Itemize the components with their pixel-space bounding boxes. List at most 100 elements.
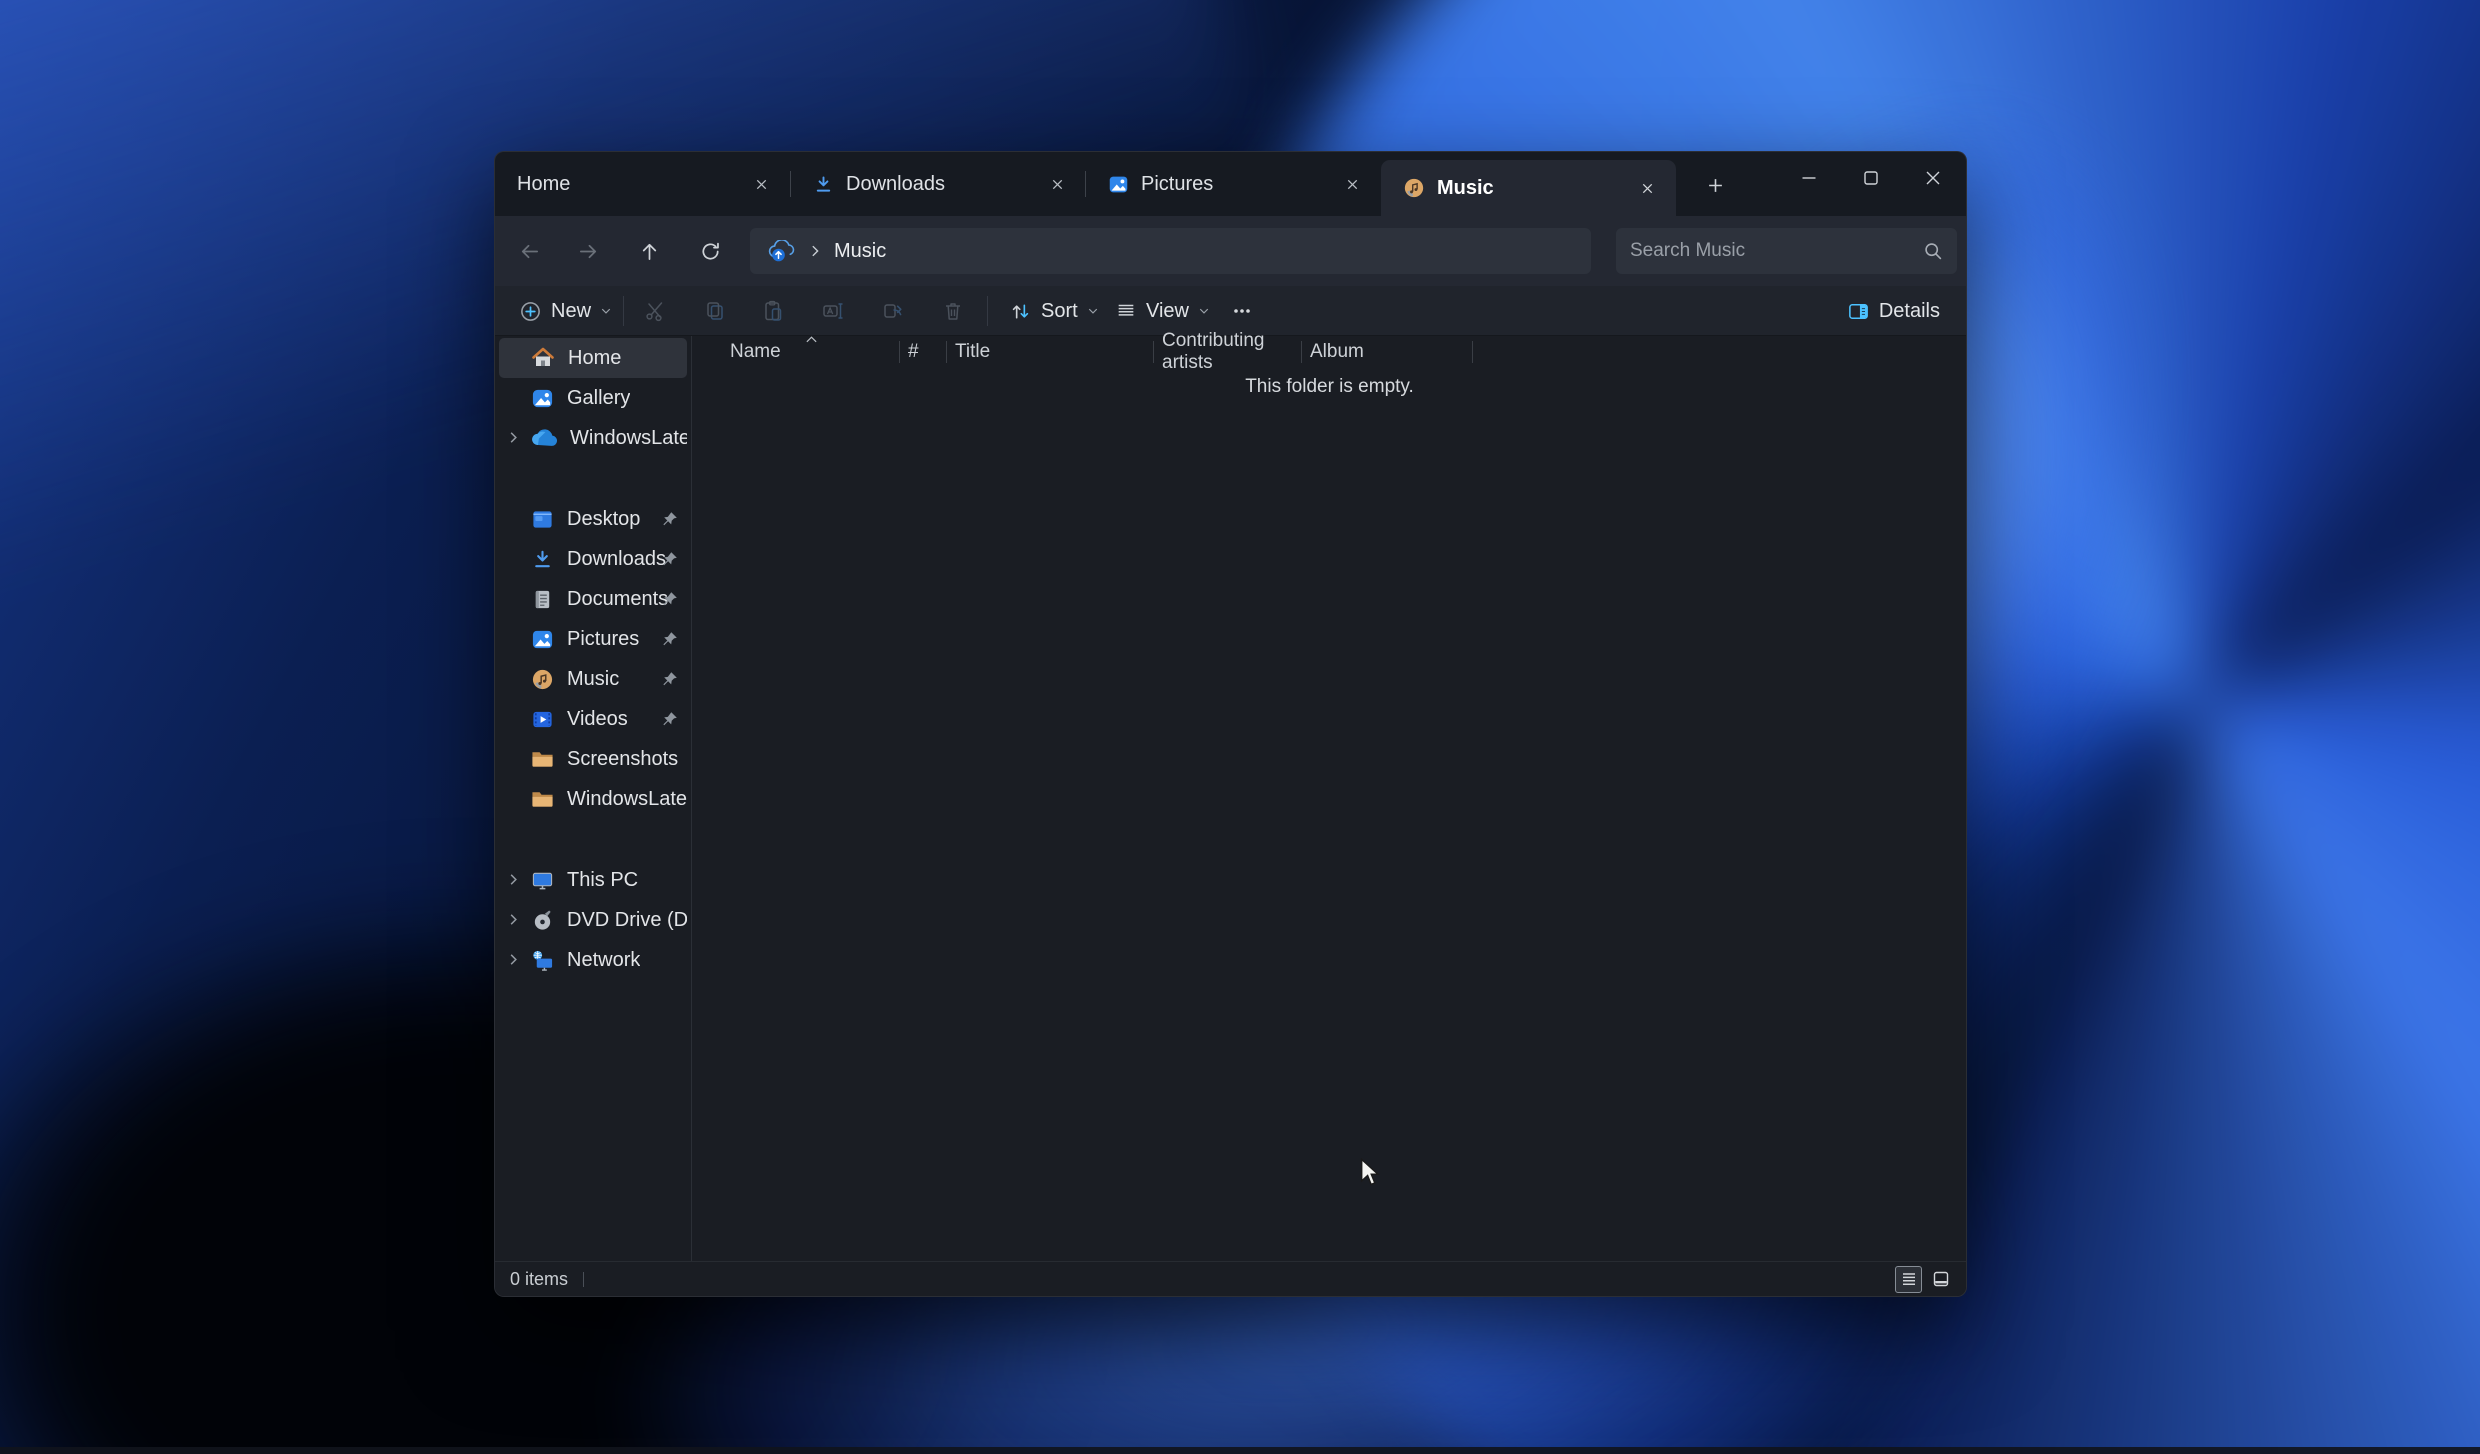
command-toolbar: New Sort View Details bbox=[495, 286, 1966, 336]
column-header-title[interactable]: Title bbox=[947, 336, 1154, 367]
screen-bottom-edge bbox=[0, 1447, 2480, 1454]
empty-folder-message: This folder is empty. bbox=[1245, 376, 1414, 397]
sidebar-item-label: Screenshots bbox=[567, 747, 679, 770]
sidebar-item-music[interactable]: Music bbox=[499, 659, 687, 699]
videos-icon bbox=[531, 708, 554, 731]
view-button[interactable]: View bbox=[1105, 293, 1220, 329]
close-button[interactable] bbox=[1902, 152, 1964, 204]
column-header-album[interactable]: Album bbox=[1302, 336, 1473, 367]
folder-icon bbox=[531, 749, 554, 769]
sidebar-item-label: Home bbox=[568, 346, 622, 369]
tab-close-icon[interactable] bbox=[746, 169, 776, 199]
up-button[interactable] bbox=[626, 229, 672, 273]
navigation-pane: Home Gallery WindowsLatest - Pe bbox=[495, 336, 692, 1261]
search-input[interactable] bbox=[1630, 240, 1923, 262]
chevron-right-icon[interactable] bbox=[506, 952, 521, 967]
download-icon bbox=[531, 548, 554, 571]
column-header-name[interactable]: Name bbox=[710, 336, 900, 367]
paste-button[interactable] bbox=[750, 293, 796, 329]
tab-music[interactable]: Music bbox=[1381, 160, 1676, 216]
sidebar-item-windowslatest-folder[interactable]: WindowsLatest bbox=[499, 779, 687, 819]
details-button-label: Details bbox=[1878, 299, 1940, 322]
thumbnail-view-toggle[interactable] bbox=[1927, 1266, 1954, 1293]
more-options-button[interactable] bbox=[1219, 293, 1265, 329]
sidebar-item-this-pc[interactable]: This PC bbox=[499, 860, 687, 900]
sort-button-label: Sort bbox=[1041, 299, 1078, 322]
column-header-number[interactable]: # bbox=[900, 336, 947, 367]
details-view-icon bbox=[1902, 1273, 1915, 1285]
new-button[interactable]: New bbox=[509, 293, 622, 329]
toolbar-separator bbox=[987, 296, 988, 326]
tab-pictures[interactable]: Pictures bbox=[1086, 152, 1381, 216]
tab-close-icon[interactable] bbox=[1337, 169, 1367, 199]
sidebar-item-label: This PC bbox=[567, 868, 639, 891]
sidebar-item-label: Documents bbox=[567, 587, 669, 610]
sort-arrows-icon bbox=[1012, 303, 1029, 319]
magnifier-icon[interactable] bbox=[1923, 241, 1943, 261]
sidebar-item-onedrive[interactable]: WindowsLatest - Pe bbox=[499, 418, 687, 458]
column-header-contributing-artists[interactable]: Contributing artists bbox=[1154, 330, 1302, 373]
sidebar-item-label: WindowsLatest bbox=[567, 787, 687, 810]
monitor-icon bbox=[531, 869, 554, 892]
pin-icon bbox=[662, 591, 678, 607]
tab-label: Pictures bbox=[1141, 172, 1214, 195]
address-breadcrumb[interactable]: Music bbox=[750, 228, 1591, 274]
chevron-right-icon[interactable] bbox=[506, 430, 521, 445]
tab-close-icon[interactable] bbox=[1632, 173, 1662, 203]
sidebar-item-dvd-drive[interactable]: DVD Drive (D:) CCC bbox=[499, 900, 687, 940]
sort-button[interactable]: Sort bbox=[999, 293, 1109, 329]
details-pane-button[interactable]: Details bbox=[1837, 293, 1950, 329]
share-button[interactable] bbox=[870, 293, 916, 329]
gallery-icon bbox=[531, 387, 554, 410]
sidebar-item-label: Gallery bbox=[567, 386, 631, 409]
new-tab-button[interactable] bbox=[1693, 167, 1737, 203]
sidebar-item-pictures[interactable]: Pictures bbox=[499, 619, 687, 659]
forward-button[interactable] bbox=[565, 229, 611, 273]
refresh-button[interactable] bbox=[687, 229, 733, 273]
sort-ascending-caret-icon bbox=[805, 335, 818, 344]
sidebar-item-label: Network bbox=[567, 948, 641, 971]
tab-label: Home bbox=[517, 172, 571, 195]
sidebar-item-label: Downloads bbox=[567, 547, 666, 570]
copy-button[interactable] bbox=[692, 293, 738, 329]
rename-button[interactable] bbox=[810, 293, 856, 329]
sidebar-item-home[interactable]: Home bbox=[499, 338, 687, 378]
items-count: 0 items bbox=[510, 1268, 569, 1289]
sidebar-item-documents[interactable]: Documents bbox=[499, 579, 687, 619]
breadcrumb-segment[interactable]: Music bbox=[834, 240, 886, 263]
sidebar-item-network[interactable]: Network bbox=[499, 940, 687, 980]
search-box bbox=[1616, 228, 1957, 274]
status-bar: 0 items bbox=[495, 1261, 1966, 1296]
delete-button[interactable] bbox=[930, 293, 976, 329]
pin-icon bbox=[662, 671, 678, 687]
download-icon bbox=[813, 174, 834, 195]
cut-button[interactable] bbox=[632, 293, 678, 329]
music-disc-icon bbox=[1403, 177, 1425, 199]
sidebar-item-downloads[interactable]: Downloads bbox=[499, 539, 687, 579]
pin-icon bbox=[662, 511, 678, 527]
documents-icon bbox=[531, 588, 554, 611]
tab-downloads[interactable]: Downloads bbox=[791, 152, 1086, 216]
details-view-toggle[interactable] bbox=[1895, 1265, 1922, 1293]
minimize-button[interactable] bbox=[1778, 152, 1840, 204]
network-icon bbox=[531, 949, 554, 972]
maximize-button[interactable] bbox=[1840, 152, 1902, 204]
tab-home[interactable]: Home bbox=[495, 152, 790, 216]
sidebar-item-videos[interactable]: Videos bbox=[499, 699, 687, 739]
sidebar-item-gallery[interactable]: Gallery bbox=[499, 378, 687, 418]
tab-label: Downloads bbox=[846, 172, 945, 195]
chevron-down-icon bbox=[1199, 308, 1209, 314]
back-button[interactable] bbox=[506, 229, 552, 273]
view-toggles bbox=[1895, 1265, 1954, 1293]
tab-close-icon[interactable] bbox=[1042, 169, 1072, 199]
pin-icon bbox=[662, 551, 678, 567]
status-bar-divider bbox=[583, 1271, 585, 1287]
chevron-right-icon[interactable] bbox=[506, 872, 521, 887]
sidebar-item-label: Videos bbox=[567, 707, 628, 730]
sidebar-item-label: Desktop bbox=[567, 507, 641, 530]
sidebar-item-desktop[interactable]: Desktop bbox=[499, 499, 687, 539]
toolbar-separator bbox=[623, 296, 624, 326]
sidebar-item-screenshots[interactable]: Screenshots bbox=[499, 739, 687, 779]
sidebar-item-label: Music bbox=[567, 667, 620, 690]
chevron-right-icon[interactable] bbox=[506, 912, 521, 927]
